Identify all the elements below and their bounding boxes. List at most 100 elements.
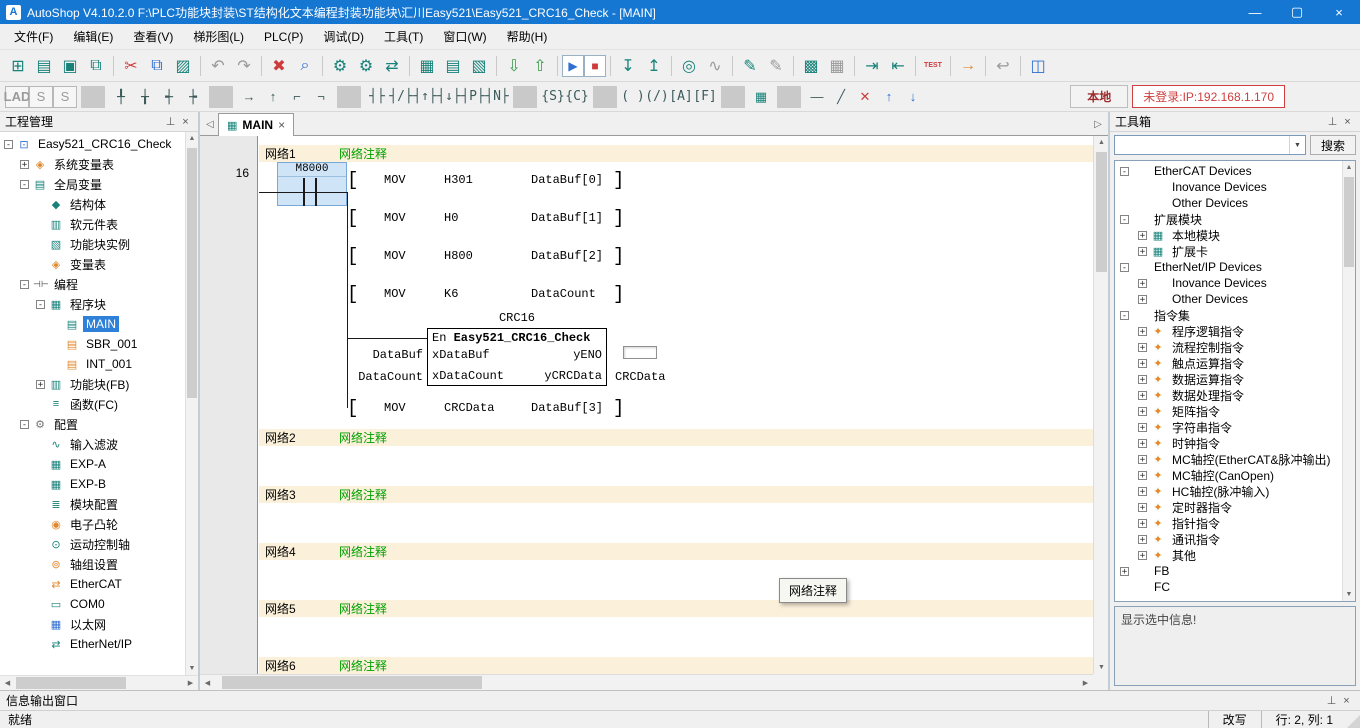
tree-item-int001[interactable]: ▤ INT_001 xyxy=(0,354,185,374)
tbx-communication[interactable]: + ✦ 通讯指令 xyxy=(1115,531,1342,547)
tbx-local-modules[interactable]: + ▦ 本地模块 xyxy=(1115,227,1342,243)
expander-icon[interactable]: + xyxy=(1138,359,1147,368)
tbx-string[interactable]: + ✦ 字符串指令 xyxy=(1115,419,1342,435)
set-instruction-icon[interactable]: {S} xyxy=(541,86,565,108)
network-body[interactable] xyxy=(259,503,1093,543)
scroll-down-icon[interactable]: ▼ xyxy=(186,662,198,675)
st-convert-icon[interactable]: S xyxy=(29,86,53,108)
tree-item-fc[interactable]: ≡ 函数(FC) xyxy=(0,394,185,414)
function-block-icon[interactable]: ▦ xyxy=(749,86,773,108)
contact-rising-icon[interactable]: ┤↑├ xyxy=(413,86,437,108)
tree-item-var-table[interactable]: ◈ 变量表 xyxy=(0,254,185,274)
tree-item-exp-a[interactable]: ▦ EXP-A xyxy=(0,454,185,474)
network-body[interactable] xyxy=(259,446,1093,486)
network[interactable]: 网络2 网络注释 xyxy=(259,429,1093,486)
tree-item-ecam[interactable]: ◉ 电子凸轮 xyxy=(0,514,185,534)
download-program-icon[interactable]: ⇩ xyxy=(501,54,527,78)
mov-instruction[interactable]: [ MOV H800 DataBuf[2] ] xyxy=(347,244,631,268)
resize-grip[interactable] xyxy=(1347,715,1360,728)
tree-item-input-filter[interactable]: ∿ 输入滤波 xyxy=(0,434,185,454)
expander-icon[interactable]: + xyxy=(1138,519,1147,528)
contact-open-icon[interactable]: ┤├ xyxy=(365,86,389,108)
expander-icon[interactable]: + xyxy=(1138,471,1147,480)
test-icon[interactable]: TEST xyxy=(920,54,946,78)
network-comment[interactable]: 网络注释 xyxy=(339,486,387,503)
instruction-destination[interactable]: DataBuf[3] xyxy=(531,396,603,420)
scroll-thumb[interactable] xyxy=(1096,152,1107,272)
expander-icon[interactable]: + xyxy=(1138,247,1147,256)
mov-instruction[interactable]: [ MOV K6 DataCount ] xyxy=(347,282,631,306)
copy-icon[interactable]: ⧉ xyxy=(144,54,170,78)
expander-icon[interactable]: - xyxy=(4,140,13,149)
application-f-icon[interactable]: [F] xyxy=(693,86,717,108)
back-icon[interactable]: ↩ xyxy=(990,54,1016,78)
editor-vscrollbar[interactable]: ▲ ▼ xyxy=(1093,136,1108,674)
minimize-button[interactable]: — xyxy=(1234,0,1276,24)
expander-icon[interactable]: - xyxy=(1120,167,1129,176)
coil-not-icon[interactable]: (/) xyxy=(645,86,669,108)
tbx-inovance-devices[interactable]: Inovance Devices xyxy=(1115,179,1342,195)
instruction-destination[interactable]: DataBuf[1] xyxy=(531,206,603,230)
expander-icon[interactable]: - xyxy=(36,300,45,309)
expander-icon[interactable]: + xyxy=(1138,503,1147,512)
pin-icon[interactable]: ⊥ xyxy=(1325,115,1340,128)
tab-scroll-left-icon[interactable]: ◁ xyxy=(202,114,218,134)
expander-icon[interactable]: + xyxy=(1138,231,1147,240)
convert-icon[interactable]: ⇄ xyxy=(379,54,405,78)
instruction-source[interactable]: H0 xyxy=(444,206,458,230)
mov-instruction[interactable]: [ MOV H0 DataBuf[1] ] xyxy=(347,206,631,230)
cut-icon[interactable]: ✂ xyxy=(118,54,144,78)
expander-icon[interactable]: + xyxy=(20,160,29,169)
tree-item-soft-element-table[interactable]: ▥ 软元件表 xyxy=(0,214,185,234)
close-panel-icon[interactable]: × xyxy=(1339,695,1354,707)
tbx-fb[interactable]: + FB xyxy=(1115,563,1342,579)
expander-icon[interactable]: - xyxy=(1120,215,1129,224)
instruction-destination[interactable]: DataCount xyxy=(531,282,596,306)
scroll-up-icon[interactable]: ▲ xyxy=(186,132,198,145)
maximize-button[interactable]: ▢ xyxy=(1276,0,1318,24)
reset-instruction-icon[interactable]: {C} xyxy=(565,86,589,108)
network-body[interactable]: M8000 [ MOV xyxy=(259,162,1093,429)
chevron-down-icon[interactable]: ▼ xyxy=(1289,136,1305,154)
instruction-source[interactable]: K6 xyxy=(444,282,458,306)
ladder-editor[interactable]: 16 网络1 网络注释 M8000 xyxy=(200,136,1108,690)
move-down-icon[interactable]: ↓ xyxy=(901,86,925,108)
tree-item-fb-instance[interactable]: ▧ 功能块实例 xyxy=(0,234,185,254)
insert-row-below-icon[interactable]: ╁ xyxy=(133,86,157,108)
trace-icon[interactable]: ⇥ xyxy=(859,54,885,78)
network-header[interactable]: 网络3 网络注释 xyxy=(259,486,1093,503)
tree-item-ethernet[interactable]: ▦ 以太网 xyxy=(0,614,185,634)
network-comment[interactable]: 网络注释 xyxy=(339,429,387,446)
tree-item-axis-group[interactable]: ⊚ 轴组设置 xyxy=(0,554,185,574)
st-view-icon[interactable]: S xyxy=(53,86,77,108)
editor-hscrollbar[interactable]: ◀ ▶ xyxy=(200,674,1093,690)
tbx-eip-other-devices[interactable]: + Other Devices xyxy=(1115,291,1342,307)
network-comment[interactable]: 网络注释 xyxy=(339,657,387,674)
tbx-expansion-modules[interactable]: - 扩展模块 xyxy=(1115,211,1342,227)
expander-icon[interactable]: - xyxy=(1120,263,1129,272)
compile-icon[interactable]: ⚙ xyxy=(327,54,353,78)
network-header[interactable]: 网络6 网络注释 xyxy=(259,657,1093,674)
ladder-view-icon[interactable]: ▦ xyxy=(414,54,440,78)
tbx-ethercat-devices[interactable]: - EtherCAT Devices xyxy=(1115,163,1342,179)
save-all-icon[interactable]: ⧉ xyxy=(83,54,109,78)
scroll-thumb[interactable] xyxy=(1344,177,1354,267)
menu-tools[interactable]: 工具(T) xyxy=(374,24,433,49)
tab-close-icon[interactable]: × xyxy=(278,118,285,132)
project-tree-hscrollbar[interactable]: ◀ ▶ xyxy=(0,675,198,690)
wire-corner-up-icon[interactable]: ¬ xyxy=(309,86,333,108)
network-1[interactable]: 网络1 网络注释 M8000 xyxy=(259,145,1093,429)
element-monitor-icon[interactable]: ▩ xyxy=(798,54,824,78)
contact-n-icon[interactable]: ┤N├ xyxy=(485,86,509,108)
ladder-check-icon[interactable]: ▧ xyxy=(466,54,492,78)
expander-icon[interactable]: - xyxy=(20,180,29,189)
mov-instruction[interactable]: [ MOV H301 DataBuf[0] ] xyxy=(347,168,631,192)
tree-item-main[interactable]: ▤ MAIN xyxy=(0,314,185,334)
stop-icon[interactable]: ■ xyxy=(584,55,606,77)
sampling-icon[interactable]: ⇤ xyxy=(885,54,911,78)
expander-icon[interactable]: + xyxy=(1138,551,1147,560)
project-tree-vscrollbar[interactable]: ▲ ▼ xyxy=(185,132,198,675)
line-draw-icon[interactable]: ╱ xyxy=(829,86,853,108)
close-panel-icon[interactable]: × xyxy=(178,116,193,128)
scroll-thumb[interactable] xyxy=(16,677,126,689)
